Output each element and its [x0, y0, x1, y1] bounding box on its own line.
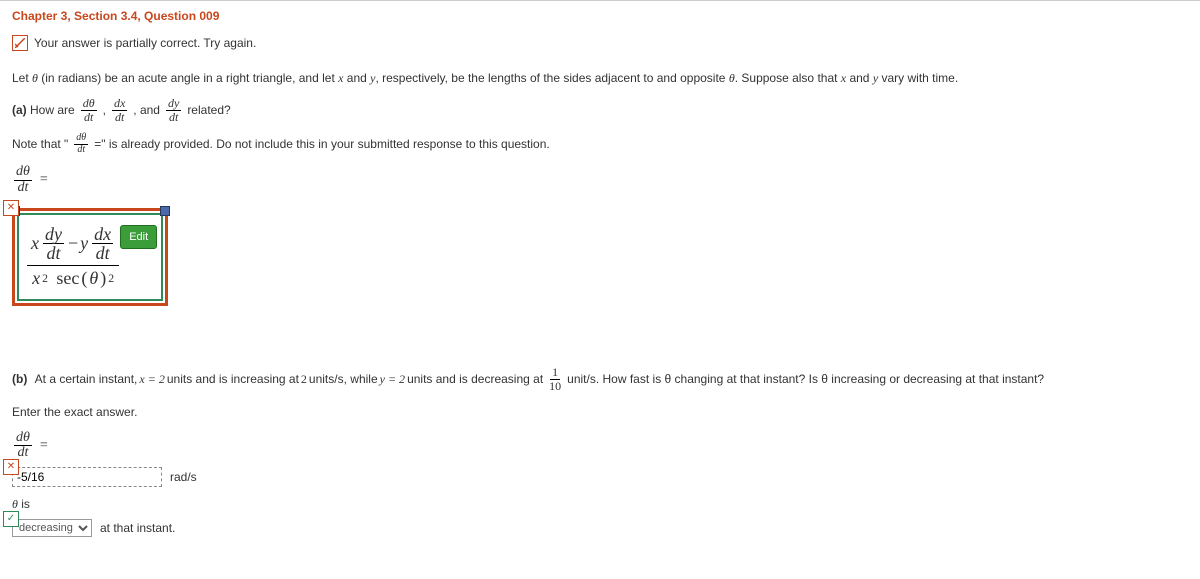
part-b-select-wrap: ✓ decreasing — [12, 519, 92, 537]
frac-dtheta-dt: dθ dt — [81, 97, 97, 123]
question-content: Chapter 3, Section 3.4, Question 009 You… — [0, 1, 1200, 557]
note-pre: Note that " — [12, 135, 68, 153]
correct-icon: ✓ — [3, 511, 19, 527]
frac-1-10: 1 10 — [547, 366, 563, 392]
frac-dx-dt: dx dt — [112, 97, 127, 123]
incorrect-icon: ✕ — [3, 200, 19, 216]
part-a-lead: How are — [30, 103, 75, 117]
answer-expression: x dy dt − y dx dt x2 — [27, 223, 119, 292]
part-b-label: (b) — [12, 370, 27, 388]
part-a-label: (a) — [12, 103, 27, 117]
part-a-tail: related? — [187, 101, 230, 119]
numeric-answer-input[interactable] — [12, 467, 162, 487]
part-b-input-wrap: ✕ — [12, 467, 162, 487]
part-b-answer-row: ✕ rad/s — [12, 467, 1188, 487]
note-eq: =" is already provided. Do not include t… — [94, 135, 550, 153]
part-a-prompt: (a) How are dθ dt , dx dt , and dy dt re… — [12, 97, 1188, 123]
frac-dy-dt-ans: dy dt — [43, 225, 64, 264]
part-b-prompt: (b) At a certain instant, x = 2 units an… — [12, 366, 1188, 392]
theta-is-label: θ is — [12, 495, 1188, 513]
lhs-frac: dθ dt — [14, 165, 32, 195]
units-label: rad/s — [170, 470, 197, 484]
frac-dy-dt: dy dt — [166, 97, 181, 123]
frac-dx-dt-ans: dx dt — [92, 225, 113, 264]
feedback-text: Your answer is partially correct. Try ag… — [34, 36, 256, 50]
direction-select[interactable]: decreasing — [12, 519, 92, 537]
lhs-frac-b: dθ dt — [14, 431, 32, 461]
edit-button[interactable]: Edit — [120, 225, 157, 249]
intro-text: Let θ (in radians) be an acute angle in … — [12, 69, 1188, 87]
part-a-and: , and — [133, 101, 160, 119]
partial-correct-icon — [12, 35, 28, 51]
part-b-lhs: dθ dt = — [12, 431, 1188, 461]
part-a-note: Note that " dθ dt =" is already provided… — [12, 133, 1188, 155]
frac-dtheta-dt-small: dθ dt — [74, 133, 88, 155]
part-a-lhs: dθ dt = — [12, 165, 1188, 195]
part-b-select-row: ✓ decreasing at that instant. — [12, 519, 1188, 537]
feedback-row: Your answer is partially correct. Try ag… — [12, 35, 1188, 51]
equals-sign: = — [40, 172, 48, 188]
expression-input[interactable]: x dy dt − y dx dt x2 — [12, 208, 168, 307]
part-a-answer-wrap: ✕ x dy dt − y dx dt — [12, 208, 168, 307]
resize-handle-icon[interactable] — [160, 206, 170, 216]
scroll-viewport[interactable]: Chapter 3, Section 3.4, Question 009 You… — [0, 0, 1200, 579]
select-tail: at that instant. — [100, 521, 175, 535]
question-title: Chapter 3, Section 3.4, Question 009 — [12, 9, 1188, 23]
enter-exact: Enter the exact answer. — [12, 403, 1188, 421]
incorrect-icon: ✕ — [3, 459, 19, 475]
